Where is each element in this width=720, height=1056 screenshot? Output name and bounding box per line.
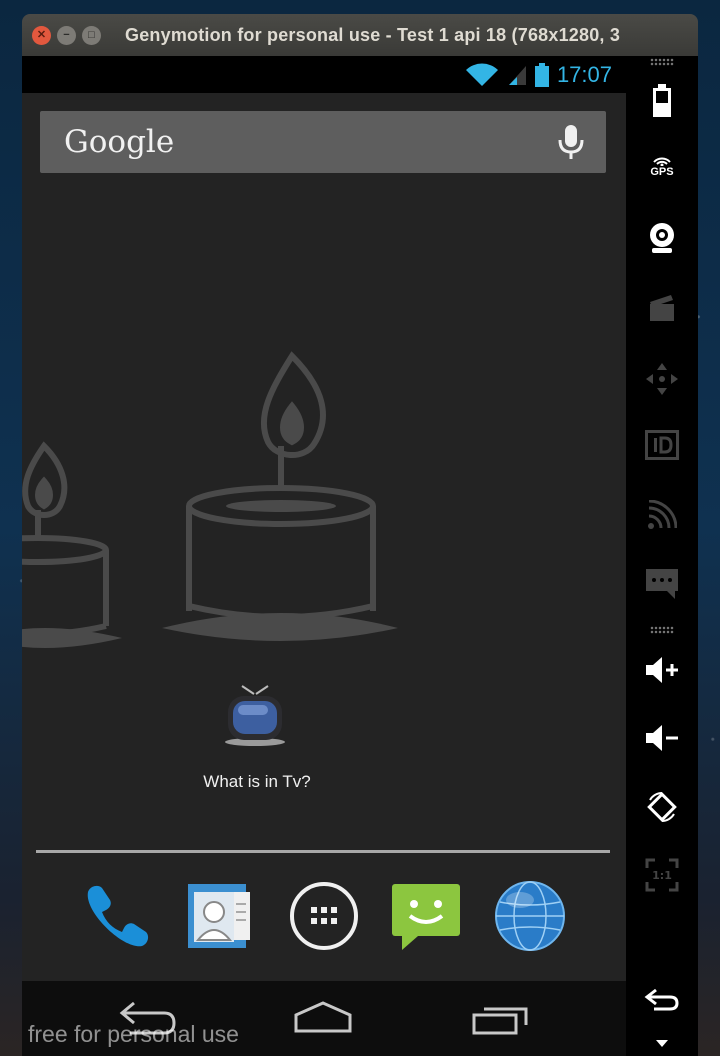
maximize-window-button[interactable]: □ xyxy=(82,25,101,45)
contacts-icon[interactable] xyxy=(182,878,258,954)
back-icon xyxy=(644,988,679,1011)
dock-divider xyxy=(36,850,610,853)
capture-tool[interactable] xyxy=(626,294,698,322)
gps-label: GPS xyxy=(650,166,674,178)
pixel-perfect-tool[interactable]: 1:1 xyxy=(626,858,698,892)
webcam-tool[interactable] xyxy=(626,222,698,254)
volume-down-tool[interactable] xyxy=(626,724,698,752)
status-bar: 17:07 xyxy=(22,56,626,93)
cast-icon xyxy=(648,500,677,529)
menu-tool[interactable] xyxy=(626,1038,698,1048)
ratio-label: 1:1 xyxy=(652,869,672,882)
window-title-bar[interactable]: ✕ − □ Genymotion for personal use - Test… xyxy=(22,14,698,56)
rotate-icon xyxy=(647,792,677,822)
messaging-icon[interactable] xyxy=(388,878,464,954)
toolbar-grip-top xyxy=(650,58,674,66)
pixel-perfect-icon: 1:1 xyxy=(645,858,679,892)
phone-icon[interactable] xyxy=(78,878,154,954)
app-label[interactable]: What is in Tv? xyxy=(162,772,352,792)
browser-globe-icon[interactable] xyxy=(492,878,568,954)
signal-icon xyxy=(508,65,526,85)
recents-icon[interactable] xyxy=(466,995,536,1039)
window-controls: ✕ − □ xyxy=(32,25,101,45)
emulator-toolbar: GPS 1:1 xyxy=(626,56,698,1056)
window-title: Genymotion for personal use - Test 1 api… xyxy=(125,24,621,45)
toolbar-grip-middle xyxy=(650,626,674,634)
dpad-tool[interactable] xyxy=(626,362,698,396)
sms-icon xyxy=(646,569,678,599)
rotate-tool[interactable] xyxy=(626,790,698,824)
webcam-icon xyxy=(650,223,674,253)
google-search-label: Google xyxy=(64,124,175,160)
microphone-icon[interactable] xyxy=(558,124,584,160)
id-icon xyxy=(645,430,679,460)
minimize-window-button[interactable]: − xyxy=(57,25,76,45)
wifi-icon xyxy=(465,63,498,86)
dpad-icon xyxy=(646,363,678,395)
volume-up-icon xyxy=(646,657,678,683)
battery-tool[interactable] xyxy=(626,84,698,118)
battery-icon xyxy=(653,84,671,117)
home-icon[interactable] xyxy=(288,995,358,1039)
device-id-tool[interactable] xyxy=(626,430,698,460)
back-tool[interactable] xyxy=(626,988,698,1012)
all-apps-icon[interactable] xyxy=(286,878,362,954)
sms-tool[interactable] xyxy=(626,568,698,600)
google-search-bar[interactable]: Google xyxy=(40,111,606,173)
gps-tool[interactable]: GPS xyxy=(626,154,698,178)
close-window-button[interactable]: ✕ xyxy=(32,25,51,45)
volume-down-icon xyxy=(646,725,678,751)
cast-tool[interactable] xyxy=(626,500,698,530)
volume-up-tool[interactable] xyxy=(626,656,698,684)
clapperboard-icon xyxy=(650,295,674,321)
status-time: 17:07 xyxy=(556,61,612,87)
android-screen[interactable]: 17:07 Google What is in Tv? free for per… xyxy=(22,56,626,1056)
dock xyxy=(22,878,626,958)
tv-app-icon[interactable] xyxy=(220,684,290,748)
personal-use-watermark: free for personal use xyxy=(28,1021,239,1047)
gps-icon xyxy=(653,157,671,166)
menu-icon xyxy=(656,1040,668,1047)
candles-wallpaper xyxy=(22,351,398,648)
battery-status-icon xyxy=(534,62,549,87)
